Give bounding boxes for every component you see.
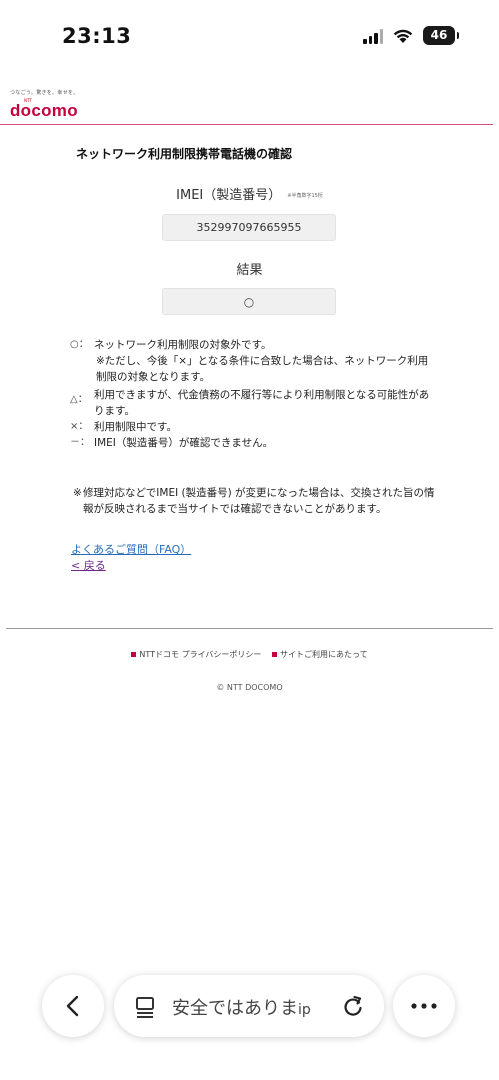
- legend-text: 利用できますが、代金債務の不履行等により利用制限となる可能性があります。: [94, 389, 430, 417]
- footnote-mark: ※: [73, 487, 82, 499]
- footer-divider: [6, 628, 493, 629]
- legend-text: ネットワーク利用制限の対象外です。: [94, 339, 272, 351]
- legend-text: IMEI（製造番号）が確認できません。: [94, 437, 274, 449]
- imei-value-field: 352997097665955: [162, 214, 336, 241]
- result-legend: ○： ネットワーク利用制限の対象外です。 ※ただし、今後「×」となる条件に合致し…: [70, 337, 430, 451]
- imei-note: ※半角数字15桁: [287, 193, 323, 199]
- wifi-icon: [393, 29, 413, 43]
- legend-mark: －：: [70, 437, 90, 448]
- result-value-field: ○: [162, 288, 336, 315]
- status-bar: 23:13 46: [0, 0, 499, 70]
- address-text: 安全ではありまip: [172, 994, 342, 1020]
- faq-link[interactable]: よくあるご質問（FAQ）: [71, 541, 191, 557]
- page-title: ネットワーク利用制限携帯電話機の確認: [76, 147, 293, 161]
- square-bullet-icon: [131, 652, 137, 657]
- back-link[interactable]: < 戻る: [71, 557, 106, 573]
- legend-item: －： IMEI（製造番号）が確認できません。: [70, 435, 430, 451]
- legend-item: ※ただし、今後「×」となる条件に合致した場合は、ネットワーク利用制限の対象となり…: [70, 353, 430, 385]
- legend-item: ○： ネットワーク利用制限の対象外です。: [70, 337, 430, 353]
- battery-icon: 46: [423, 26, 459, 45]
- footnote-text: 修理対応などでIMEI (製造番号) が変更になった場合は、交換された旨の情報が…: [83, 487, 435, 515]
- more-dots-icon: [411, 1003, 437, 1009]
- site-terms-link[interactable]: サイトご利用にあたって: [271, 650, 368, 659]
- legend-mark: ○：: [70, 339, 89, 350]
- logo-tagline: つなごう。驚きを。幸せを。: [10, 90, 79, 96]
- cellular-signal-icon: [363, 28, 383, 44]
- address-url-fragment: ip: [298, 1002, 311, 1018]
- reload-icon[interactable]: [342, 994, 364, 1018]
- legend-mark: ×：: [70, 421, 89, 432]
- legend-text: 利用制限中です。: [94, 421, 177, 433]
- privacy-policy-link[interactable]: NTTドコモ プライバシーポリシー: [131, 650, 261, 659]
- address-security-text: 安全ではありま: [172, 998, 298, 1019]
- status-time: 23:13: [62, 24, 132, 48]
- privacy-policy-label: NTTドコモ プライバシーポリシー: [139, 650, 262, 659]
- docomo-logo[interactable]: つなごう。驚きを。幸せを。 NTT docomo: [10, 89, 79, 119]
- page-menu-icon[interactable]: [134, 996, 156, 1018]
- browser-toolbar: 安全ではありまip: [0, 975, 499, 1037]
- site-terms-label: サイトご利用にあたって: [279, 650, 368, 659]
- legend-item: △： 利用できますが、代金債務の不履行等により利用制限となる可能性があります。: [70, 387, 430, 419]
- header-divider: [0, 124, 493, 125]
- legend-item: ×： 利用制限中です。: [70, 419, 430, 435]
- legend-mark: △：: [70, 394, 88, 405]
- imei-label: IMEI（製造番号）: [176, 188, 282, 203]
- status-icons: 46: [363, 26, 459, 45]
- footnote: ※ 修理対応などでIMEI (製造番号) が変更になった場合は、交換された旨の情…: [73, 485, 435, 517]
- browser-back-button[interactable]: [42, 975, 104, 1037]
- chevron-left-icon: [66, 995, 79, 1017]
- result-label: 結果: [236, 263, 263, 278]
- address-bar[interactable]: 安全ではありまip: [114, 975, 384, 1037]
- square-bullet-icon: [271, 652, 277, 657]
- more-options-button[interactable]: [393, 975, 455, 1037]
- footer-links: NTTドコモ プライバシーポリシー サイトご利用にあたって: [0, 649, 499, 660]
- imei-label-row: IMEI（製造番号） ※半角数字15桁: [0, 184, 499, 203]
- legend-text: ※ただし、今後「×」となる条件に合致した場合は、ネットワーク利用制限の対象となり…: [96, 355, 429, 383]
- copyright: © NTT DOCOMO: [216, 683, 283, 692]
- logo-wordmark: docomo: [10, 101, 78, 120]
